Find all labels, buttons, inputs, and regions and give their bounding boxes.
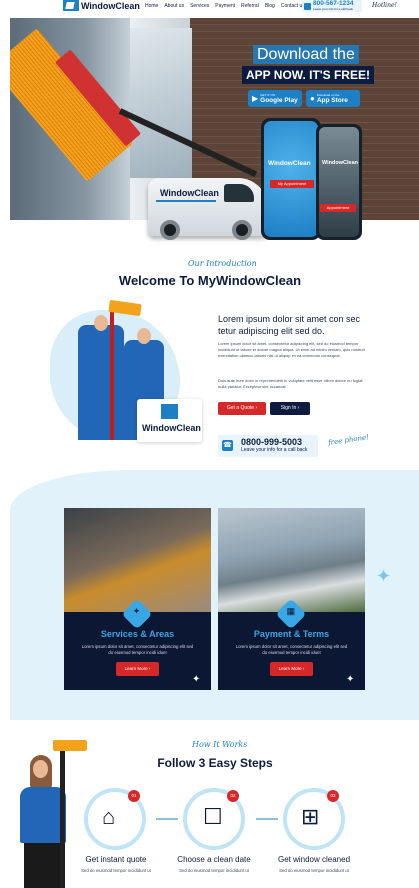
learn-more-button[interactable]: Learn More › <box>270 662 313 676</box>
phone-mockup-2 <box>316 124 362 240</box>
header-phone[interactable]: 800-567-1234 Leave your info for a call … <box>302 0 362 12</box>
phone2-appointment-button: Appointment <box>320 204 356 212</box>
nav-home[interactable]: Home <box>145 3 158 9</box>
phone-mockup <box>261 118 321 240</box>
step-number: 03 <box>327 790 339 802</box>
phone-appointment-button: My Appointment <box>270 180 314 188</box>
intro-title: Welcome To MyWindowClean <box>118 273 302 288</box>
pole-image <box>60 744 65 888</box>
free-phone-label: free phone! <box>327 433 370 447</box>
phone-screen-2 <box>319 127 359 237</box>
phone-app-logo: WindowClean <box>268 160 311 167</box>
sparkle-icon: ✦ <box>192 674 201 685</box>
sign-in-button[interactable]: Sign In › <box>270 402 310 415</box>
step-title: Choose a clean date <box>177 855 251 864</box>
nav-payment[interactable]: Payment <box>215 3 235 9</box>
intro-script: Our Introduction <box>188 259 257 268</box>
service-card-desc: Lorem ipsum dolor sit amet, consectetur … <box>81 644 194 655</box>
badge-logo: WindowClean <box>137 399 202 442</box>
phone-screen <box>264 121 318 237</box>
pole-image <box>110 305 114 440</box>
sparkle-icon: ✦ <box>376 566 392 586</box>
conservatory-cleaning-image <box>218 508 365 612</box>
cleaner-woman-head <box>137 328 151 344</box>
intro-paragraph-2: Duis aute irure dolor in reprehenderit i… <box>218 378 363 389</box>
phone-icon: ☎ <box>222 440 233 451</box>
brand-logo[interactable]: WindowClean <box>63 0 140 11</box>
squeegee-image <box>53 740 87 751</box>
van-wheel <box>160 220 180 240</box>
woman-face <box>33 760 48 778</box>
step-title: Get instant quote <box>85 855 147 864</box>
app-store-label: App Store <box>316 97 348 104</box>
van-window <box>224 184 254 202</box>
main-nav: Home About us Services Payment Referral … <box>145 3 305 9</box>
window-logo-icon <box>161 404 178 419</box>
gutter-cleaning-image <box>64 508 211 612</box>
intro-paragraph-1: Lorem ipsum dolor sit amet, consectetur … <box>218 341 365 358</box>
nav-about[interactable]: About us <box>164 3 184 9</box>
header-phone-sub: Leave your info for a call back <box>313 7 353 11</box>
intro-lead: Lorem ipsum dolor sit amet con sec tetur… <box>218 314 361 336</box>
sparkle-icon: ✦ <box>346 674 355 685</box>
learn-more-button[interactable]: Learn More › <box>116 662 159 676</box>
phone2-app-logo: WindowClean <box>322 160 359 166</box>
van-stripe <box>156 200 216 202</box>
call-sub: Leave your info for a call back <box>241 447 308 453</box>
nav-services[interactable]: Services <box>190 3 209 9</box>
service-card-title: Payment & Terms <box>253 629 330 639</box>
call-number: 0800-999-5003 <box>241 437 303 447</box>
step-number: 01 <box>128 790 140 802</box>
phone-tap-icon: ☐ <box>203 804 223 829</box>
nav-blog[interactable]: Blog <box>265 3 275 9</box>
service-card-payment[interactable]: ▦ Payment & Terms Lorem ipsum dolor sit … <box>218 508 365 690</box>
window-logo-icon <box>63 0 79 11</box>
hero-title: Download the <box>253 45 359 64</box>
page: WindowClean Home About us Services Payme… <box>0 0 419 888</box>
window-icon: ⊞ <box>301 804 320 829</box>
hotline-label: Hotline! <box>372 2 397 9</box>
call-back-box[interactable]: ☎ 0800-999-5003 Leave your info for a ca… <box>218 435 318 457</box>
window-pane <box>130 28 192 178</box>
steps-title: Follow 3 Easy Steps <box>157 756 273 770</box>
van-text: WindowClean <box>160 188 219 198</box>
service-card-title: Services & Areas <box>100 629 175 639</box>
step-number: 02 <box>227 790 239 802</box>
badge-logo-text: WindowClean <box>142 423 201 433</box>
brand-name: WindowClean <box>81 0 140 11</box>
google-play-icon: ▶ <box>252 94 259 103</box>
service-card-services[interactable]: ✦ Services & Areas Lorem ipsum dolor sit… <box>64 508 211 690</box>
house-icon: ⌂ <box>102 804 116 829</box>
step-desc: Sed do eiusmod tempor incididunt ut <box>81 868 151 873</box>
get-quote-button[interactable]: Get a Quote › <box>218 402 266 415</box>
nav-referral[interactable]: Referral <box>241 3 259 9</box>
step-desc: Sed do eiusmod tempor incididunt ut <box>179 868 249 873</box>
arrow-icon <box>256 818 278 820</box>
phone-icon <box>304 2 311 10</box>
app-store-button[interactable]: ● Download on the App Store <box>306 90 360 107</box>
header: WindowClean Home About us Services Payme… <box>0 0 419 14</box>
service-card-desc: Lorem ipsum dolor sit amet, consectetur … <box>235 644 348 655</box>
cleaner-man-image <box>78 315 124 440</box>
steps-script: How It Works <box>192 740 248 749</box>
apple-icon: ● <box>310 94 315 103</box>
hero-subtitle: APP NOW. IT'S FREE! <box>242 66 374 84</box>
cleaner-man-head <box>94 315 108 331</box>
step-desc: Sed do eiusmod tempor incididunt ut <box>279 868 349 873</box>
woman-pants <box>24 843 62 888</box>
arrow-icon <box>156 818 178 820</box>
google-play-button[interactable]: ▶ GET IT ON Google Play <box>248 90 302 107</box>
step-title: Get window cleaned <box>277 855 351 864</box>
van-image: WindowClean <box>148 178 268 240</box>
google-play-label: Google Play <box>260 97 298 104</box>
van-wheel <box>232 220 252 240</box>
